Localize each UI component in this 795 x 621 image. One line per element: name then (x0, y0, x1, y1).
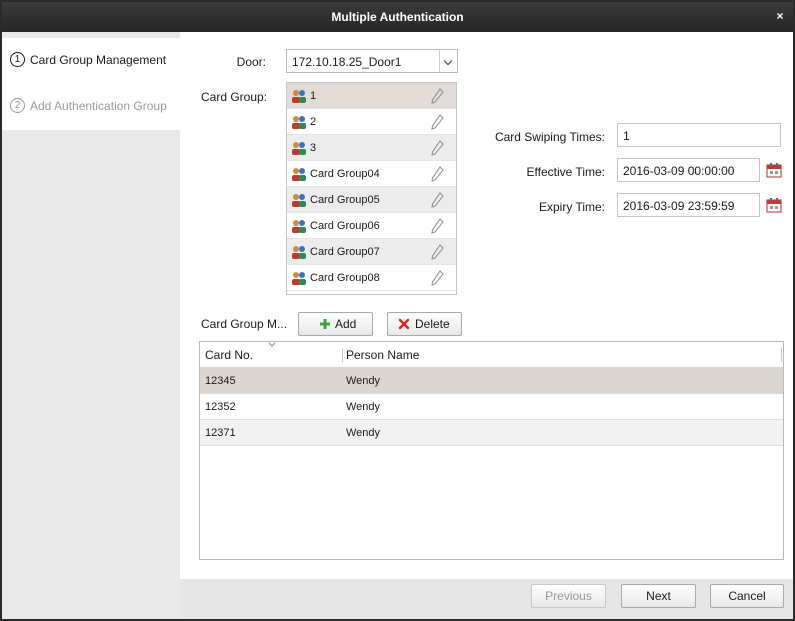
expiry-time-label: Expiry Time: (538, 200, 605, 214)
card-group-name: Card Group07 (310, 246, 380, 258)
card-group-icon (292, 116, 306, 129)
title-bar: Multiple Authentication × (2, 2, 793, 32)
card-group-icon (292, 168, 306, 181)
card-group-icon (292, 194, 306, 207)
edit-pencil-icon[interactable] (430, 218, 444, 234)
close-icon[interactable]: × (773, 8, 787, 24)
table-row[interactable]: 12371 Wendy (200, 420, 783, 446)
step-label-1: Card Group Management (30, 53, 167, 67)
edit-pencil-icon[interactable] (430, 88, 444, 104)
door-value: 172.10.18.25_Door1 (292, 55, 402, 69)
card-group-item[interactable]: 1 (287, 83, 456, 109)
card-group-item[interactable]: Card Group04 (287, 161, 456, 187)
steps-panel: 1 Card Group Management 2 Add Authentica… (2, 32, 180, 619)
step-label-2: Add Authentication Group (30, 99, 167, 113)
multiple-authentication-window: Multiple Authentication × 1 Card Group M… (0, 0, 795, 621)
column-header-person-name[interactable]: Person Name (346, 348, 419, 362)
add-button-label: Add (335, 317, 357, 331)
table-row[interactable]: 12352 Wendy (200, 394, 783, 420)
table-row[interactable]: 12345 Wendy (200, 368, 783, 394)
card-group-name: 1 (310, 90, 317, 102)
sort-arrow-icon (268, 342, 276, 347)
card-no-cell: 12371 (205, 427, 236, 439)
card-group-icon (292, 142, 306, 155)
main-content: Door: 172.10.18.25_Door1 Card Group: 1 2… (180, 32, 793, 579)
card-swiping-times-label: Card Swiping Times: (494, 130, 605, 144)
card-group-label: Card Group: (201, 90, 268, 104)
card-group-icon (292, 246, 306, 259)
door-select[interactable]: 172.10.18.25_Door1 (286, 49, 458, 73)
card-group-name: 2 (310, 116, 317, 128)
person-name-cell: Wendy (346, 375, 381, 387)
person-name-cell: Wendy (346, 427, 381, 439)
card-group-name: 3 (310, 142, 317, 154)
step-number-2: 2 (10, 98, 25, 113)
edit-pencil-icon[interactable] (430, 244, 444, 260)
card-no-cell: 12345 (205, 375, 236, 387)
edit-pencil-icon[interactable] (430, 270, 444, 286)
step-add-authentication-group[interactable]: 2 Add Authentication Group (2, 84, 180, 130)
delete-button[interactable]: Delete (387, 312, 462, 336)
card-group-name: Card Group06 (310, 220, 380, 232)
delete-x-icon (398, 318, 410, 330)
step-card-group-management[interactable]: 1 Card Group Management (2, 38, 180, 84)
effective-time-label: Effective Time: (526, 165, 605, 179)
card-members-table[interactable]: Card No. Person Name 12345 Wendy 12352 W… (199, 341, 784, 560)
card-swiping-times-value: 1 (623, 129, 630, 143)
step-number-1: 1 (10, 52, 25, 67)
card-group-item[interactable]: Card Group05 (287, 187, 456, 213)
column-separator (781, 348, 782, 362)
effective-time-value: 2016-03-09 00:00:00 (623, 164, 735, 178)
card-group-icon (292, 272, 306, 285)
card-group-item[interactable]: Card Group06 (287, 213, 456, 239)
add-button[interactable]: Add (298, 312, 373, 336)
card-group-item[interactable]: 3 (287, 135, 456, 161)
card-no-cell: 12352 (205, 401, 236, 413)
edit-pencil-icon[interactable] (430, 140, 444, 156)
chevron-down-icon[interactable] (439, 50, 457, 72)
edit-pencil-icon[interactable] (430, 192, 444, 208)
card-group-name: Card Group04 (310, 168, 380, 180)
calendar-icon[interactable] (766, 162, 782, 178)
dialog-footer: Previous Next Cancel (180, 579, 793, 619)
cancel-button[interactable]: Cancel (710, 584, 784, 608)
card-group-item[interactable]: Card Group07 (287, 239, 456, 265)
card-group-members-label: Card Group M... (201, 317, 288, 331)
calendar-icon[interactable] (766, 197, 782, 213)
edit-pencil-icon[interactable] (430, 166, 444, 182)
previous-button[interactable]: Previous (531, 584, 606, 608)
door-label: Door: (236, 55, 266, 69)
card-group-icon (292, 220, 306, 233)
next-button[interactable]: Next (621, 584, 696, 608)
card-group-item[interactable]: 2 (287, 109, 456, 135)
card-group-list[interactable]: 1 2 3 Card Group04 Card Group05 Card Gro… (286, 82, 457, 295)
table-header: Card No. Person Name (200, 342, 783, 368)
person-name-cell: Wendy (346, 401, 381, 413)
expiry-time-input[interactable]: 2016-03-09 23:59:59 (617, 193, 760, 217)
delete-button-label: Delete (415, 317, 450, 331)
card-group-item[interactable]: Card Group08 (287, 265, 456, 291)
card-group-name: Card Group05 (310, 194, 380, 206)
card-group-name: Card Group08 (310, 272, 380, 284)
add-plus-icon (320, 319, 330, 329)
edit-pencil-icon[interactable] (430, 114, 444, 130)
column-separator (342, 348, 343, 362)
card-swiping-times-input[interactable]: 1 (617, 123, 781, 147)
expiry-time-value: 2016-03-09 23:59:59 (623, 199, 735, 213)
effective-time-input[interactable]: 2016-03-09 00:00:00 (617, 158, 760, 182)
window-title: Multiple Authentication (331, 10, 464, 24)
column-header-card-no[interactable]: Card No. (205, 348, 253, 362)
card-group-icon (292, 90, 306, 103)
